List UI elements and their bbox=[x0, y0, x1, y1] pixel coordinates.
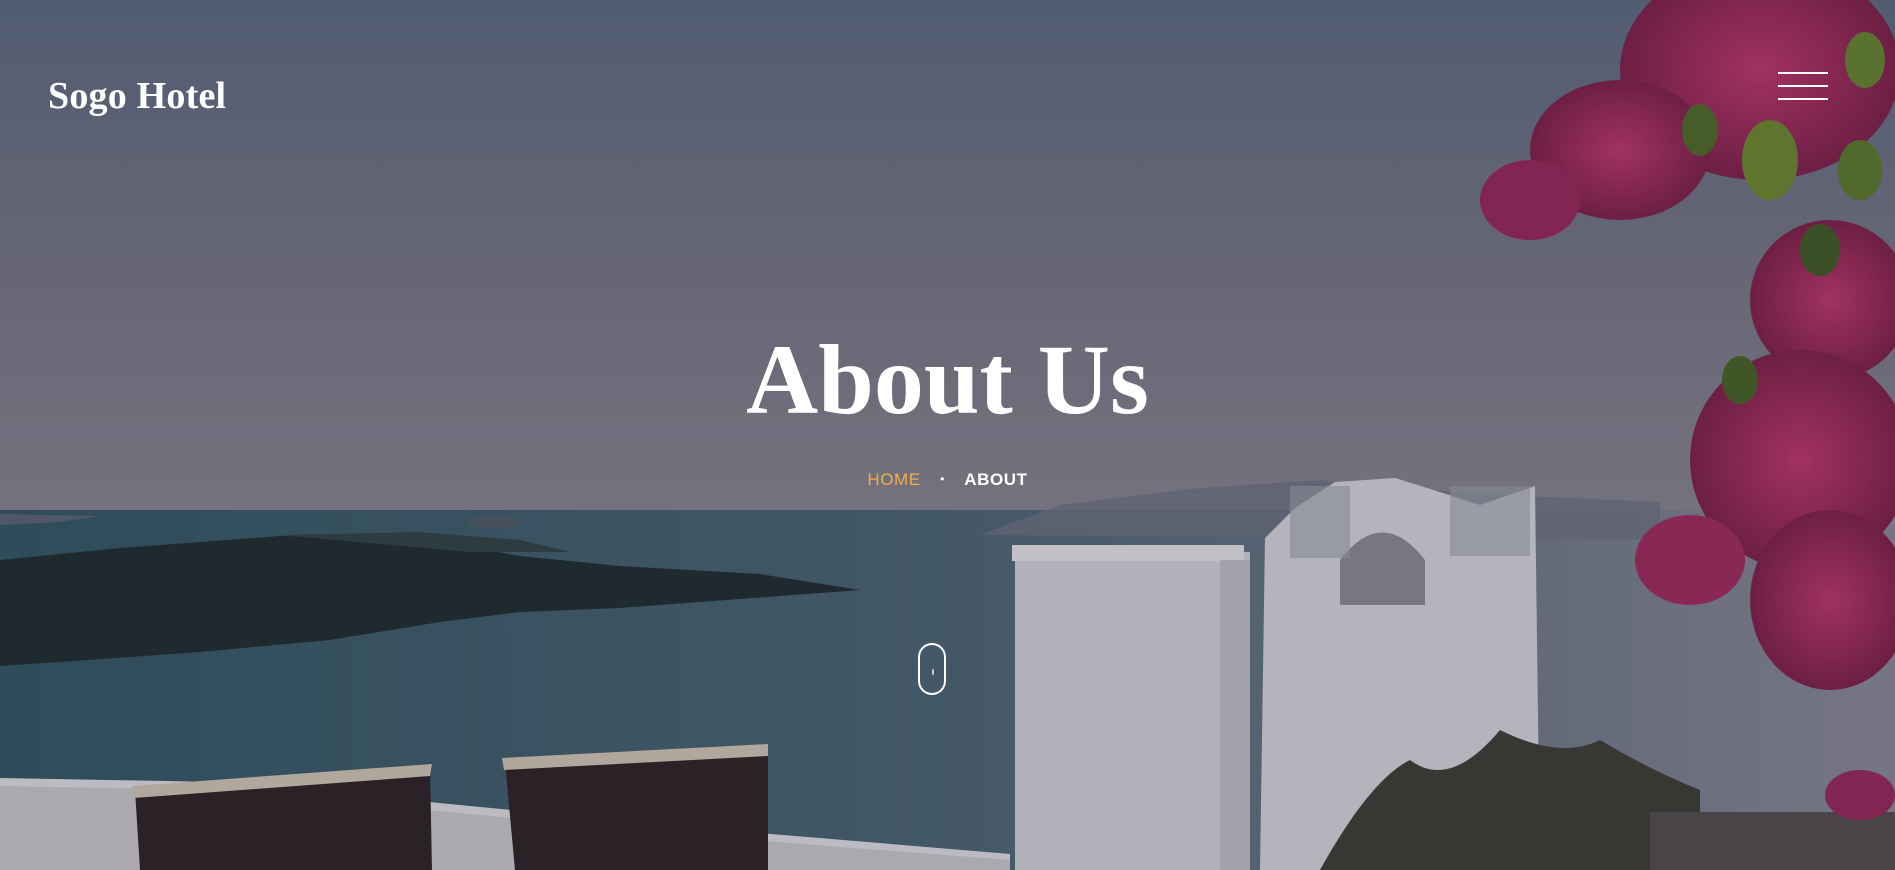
breadcrumb-current: ABOUT bbox=[964, 470, 1028, 489]
brand-logo[interactable]: Sogo Hotel bbox=[48, 74, 226, 118]
page-title: About Us bbox=[746, 324, 1149, 435]
breadcrumb: HOME • ABOUT bbox=[0, 470, 1895, 490]
hamburger-menu-icon[interactable] bbox=[1778, 70, 1828, 104]
breadcrumb-separator: • bbox=[940, 472, 945, 486]
mouse-wheel bbox=[932, 669, 934, 675]
hero-background-image bbox=[0, 0, 1895, 870]
page-title-wrap: About Us bbox=[0, 330, 1895, 430]
mouse-scroll-icon[interactable] bbox=[918, 643, 946, 695]
breadcrumb-home-link[interactable]: HOME bbox=[867, 470, 920, 489]
hero-section bbox=[0, 0, 1895, 870]
